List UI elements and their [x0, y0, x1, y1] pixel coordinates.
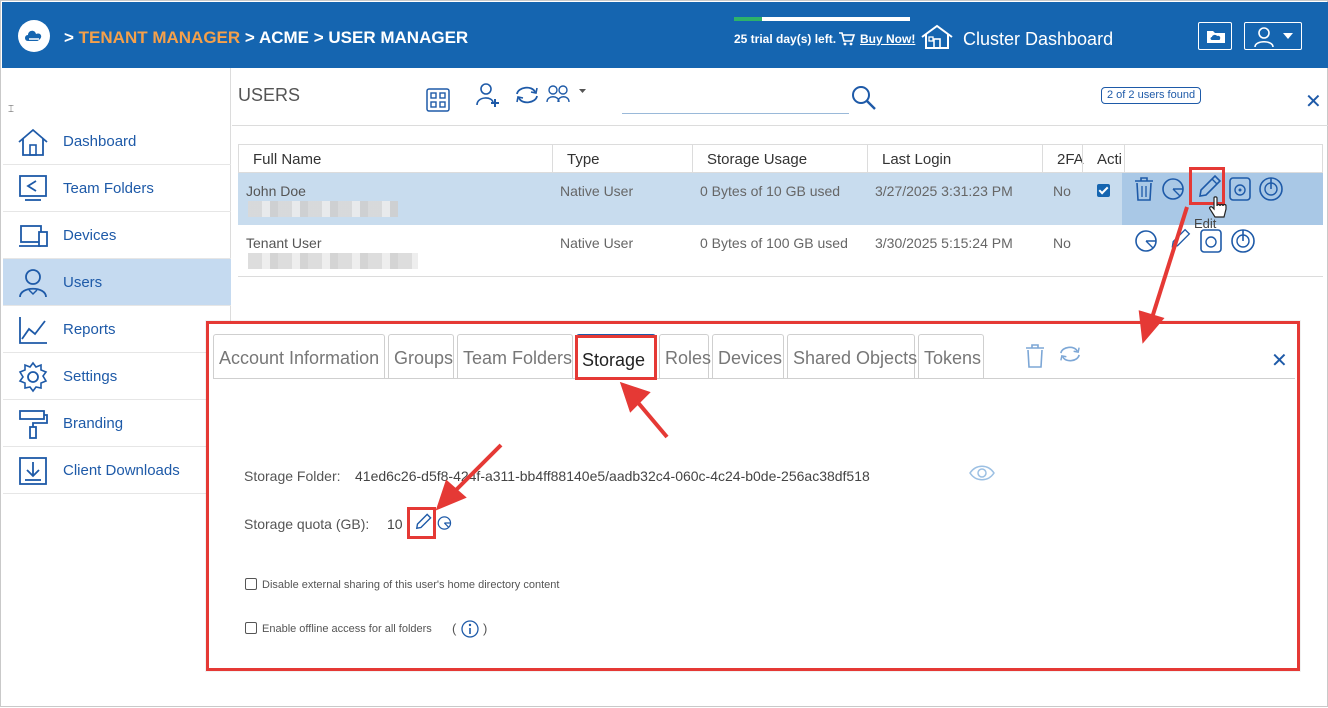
arrow-to-edit-quota [449, 443, 503, 497]
annotation-arrows [435, 206, 1189, 511]
app-window: > TENANT MANAGER > ACME > USER MANAGER 2… [0, 0, 1328, 707]
arrowhead [1138, 310, 1165, 344]
arrow-to-panel [1149, 206, 1189, 322]
arrow-to-storage-tab [633, 397, 669, 439]
arrowhead [619, 381, 651, 413]
